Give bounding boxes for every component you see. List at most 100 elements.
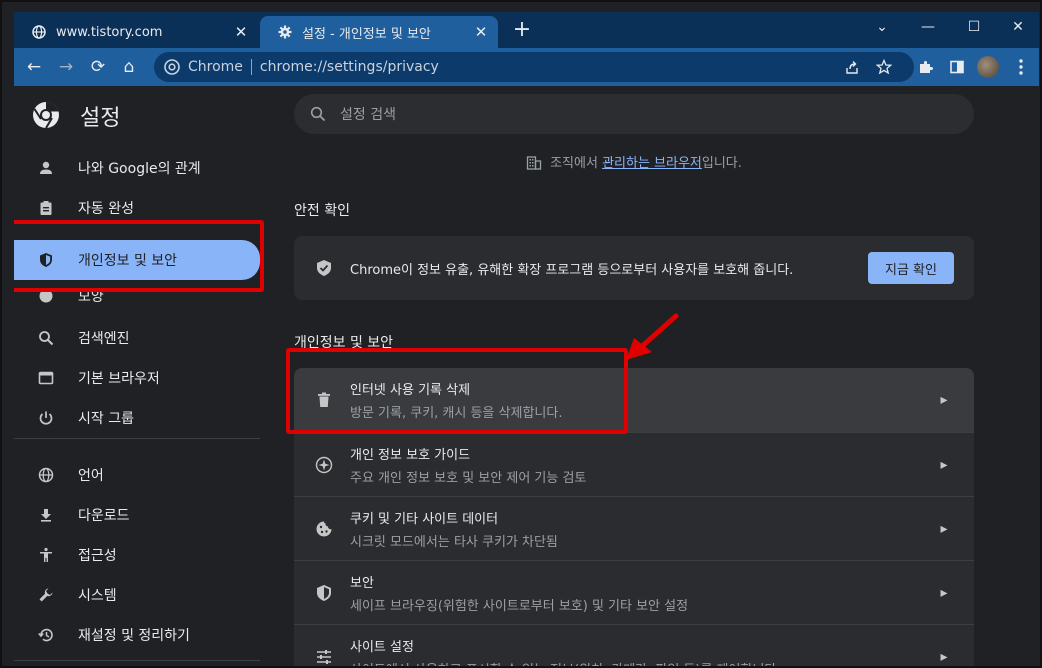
forward-button[interactable]: → xyxy=(54,55,78,79)
reload-button[interactable]: ⟳ xyxy=(86,55,110,79)
row-text: 쿠키 및 기타 사이트 데이터 시크릿 모드에서는 타사 쿠키가 차단됨 xyxy=(350,508,934,550)
tab-settings[interactable]: 설정 - 개인정보 및 보안 ✕ xyxy=(260,16,498,48)
globe-icon xyxy=(32,25,46,39)
chevron-right-icon: ▸ xyxy=(940,520,948,537)
chevron-right-icon: ▸ xyxy=(940,456,948,473)
row-title: 개인 정보 보호 가이드 xyxy=(350,447,471,463)
row-title: 사이트 설정 xyxy=(350,639,414,655)
sidebar-divider xyxy=(14,660,260,661)
tab-title: 설정 - 개인정보 및 보안 xyxy=(302,26,431,42)
clipboard-icon xyxy=(36,200,56,216)
privacy-guide-row[interactable]: 개인 정보 보호 가이드 주요 개인 정보 보호 및 보안 제어 기능 검토 ▸ xyxy=(294,432,974,496)
row-subtitle: 주요 개인 정보 보호 및 보안 제어 기능 검토 xyxy=(350,470,587,486)
sidebar-item-label: 접근성 xyxy=(78,548,117,564)
chrome-logo-icon xyxy=(32,101,60,129)
safety-check-heading: 안전 확인 xyxy=(294,203,350,219)
tab-tistory[interactable]: www.tistory.com ✕ xyxy=(14,16,258,48)
sidebar-item-default-browser[interactable]: 기본 브라우저 xyxy=(14,360,260,396)
side-panel-icon[interactable] xyxy=(945,55,969,79)
building-icon xyxy=(526,154,542,174)
omnibox-url[interactable]: chrome://settings/privacy xyxy=(260,59,439,75)
row-subtitle: 시크릿 모드에서는 타사 쿠키가 차단됨 xyxy=(350,534,558,550)
extensions-puzzle-icon[interactable] xyxy=(914,55,938,79)
safety-check-text: Chrome이 정보 유출, 유해한 확장 프로그램 등으로부터 사용자를 보호… xyxy=(350,262,794,278)
new-tab-button[interactable]: + xyxy=(510,18,534,42)
safety-check-row: Chrome이 정보 유출, 유해한 확장 프로그램 등으로부터 사용자를 보호… xyxy=(294,236,974,300)
profile-avatar[interactable] xyxy=(977,56,999,78)
highlight-box-clear-data xyxy=(286,348,628,434)
row-title: 쿠키 및 기타 사이트 데이터 xyxy=(350,511,499,527)
row-subtitle: 사이트에서 사용하고 표시할 수 있는 정보(위치, 카메라, 팝업 등)를 제… xyxy=(350,659,934,667)
shield-icon xyxy=(314,584,334,602)
maximize-button[interactable]: ☐ xyxy=(951,12,997,42)
search-icon xyxy=(36,330,56,346)
share-icon[interactable] xyxy=(842,57,862,77)
check-now-button[interactable]: 지금 확인 xyxy=(868,252,954,284)
sidebar-item-you-and-google[interactable]: 나와 Google의 관계 xyxy=(14,150,260,186)
kebab-menu-icon[interactable] xyxy=(1009,55,1033,79)
accessibility-icon xyxy=(36,547,56,563)
managed-prefix: 조직에서 xyxy=(550,156,603,171)
security-row[interactable]: 보안 세이프 브라우징(위험한 사이트로부터 보호) 및 기타 보안 설정 ▸ xyxy=(294,560,974,624)
sidebar-item-label: 시작 그룹 xyxy=(78,411,134,427)
sidebar-item-label: 나와 Google의 관계 xyxy=(78,161,201,177)
sidebar-item-accessibility[interactable]: 접근성 xyxy=(14,537,260,573)
chrome-site-icon[interactable] xyxy=(162,57,182,77)
wrench-icon xyxy=(36,587,56,603)
close-tab-icon[interactable]: ✕ xyxy=(230,23,252,41)
browser-toolbar: ← → ⟳ ⌂ Chrome chrome://settings/privacy xyxy=(14,48,1039,86)
sidebar-item-languages[interactable]: 언어 xyxy=(14,457,260,493)
tab-title: www.tistory.com xyxy=(56,24,163,40)
settings-search-input[interactable]: 설정 검색 xyxy=(294,94,974,134)
globe-icon xyxy=(36,467,56,483)
sidebar-divider xyxy=(14,438,260,439)
sidebar-item-downloads[interactable]: 다운로드 xyxy=(14,497,260,533)
shield-check-icon xyxy=(314,259,334,277)
managed-browser-notice: 조직에서 관리하는 브라우저입니다. xyxy=(294,152,974,174)
sidebar-item-label: 검색엔진 xyxy=(78,331,130,347)
restore-icon xyxy=(36,627,56,643)
tab-search-button[interactable]: ⌄ xyxy=(859,12,905,42)
sidebar-item-label: 자동 완성 xyxy=(78,201,134,217)
close-window-button[interactable]: ✕ xyxy=(995,12,1039,42)
row-text: 사이트 설정 사이트에서 사용하고 표시할 수 있는 정보(위치, 카메라, 팝… xyxy=(350,636,934,667)
search-placeholder: 설정 검색 xyxy=(340,107,396,123)
row-title: 보안 xyxy=(350,575,374,591)
omnibox-chrome-label: Chrome xyxy=(188,59,243,75)
cookie-icon xyxy=(314,520,334,538)
row-text: 보안 세이프 브라우징(위험한 사이트로부터 보호) 및 기타 보안 설정 xyxy=(350,572,934,614)
sidebar-item-label: 기본 브라우저 xyxy=(78,371,160,387)
chevron-right-icon: ▸ xyxy=(940,584,948,601)
page-title: 설정 xyxy=(80,106,121,131)
sidebar-item-system[interactable]: 시스템 xyxy=(14,577,260,613)
sidebar-item-search-engine[interactable]: 검색엔진 xyxy=(14,320,260,356)
screenshot-frame: www.tistory.com ✕ 설정 - 개인정보 및 보안 ✕ + ⌄ —… xyxy=(0,0,1042,668)
tab-strip: www.tistory.com ✕ 설정 - 개인정보 및 보안 ✕ + ⌄ —… xyxy=(14,12,1039,48)
sidebar-item-label: 다운로드 xyxy=(78,508,130,524)
address-bar[interactable]: Chrome chrome://settings/privacy xyxy=(154,52,914,82)
download-icon xyxy=(36,507,56,523)
bookmark-star-icon[interactable] xyxy=(874,57,894,77)
compass-icon xyxy=(314,456,334,474)
highlight-box-sidebar xyxy=(14,220,264,292)
minimize-button[interactable]: — xyxy=(905,12,951,42)
red-arrow-icon xyxy=(626,313,679,360)
managed-browser-link[interactable]: 관리하는 브라우저 xyxy=(602,156,702,171)
close-tab-icon[interactable]: ✕ xyxy=(470,23,492,41)
row-text: 개인 정보 보호 가이드 주요 개인 정보 보호 및 보안 제어 기능 검토 xyxy=(350,444,934,486)
site-settings-row[interactable]: 사이트 설정 사이트에서 사용하고 표시할 수 있는 정보(위치, 카메라, 팝… xyxy=(294,624,974,667)
person-icon xyxy=(36,160,56,176)
search-icon xyxy=(308,106,328,122)
cookies-row[interactable]: 쿠키 및 기타 사이트 데이터 시크릿 모드에서는 타사 쿠키가 차단됨 ▸ xyxy=(294,496,974,560)
back-button[interactable]: ← xyxy=(22,55,46,79)
sidebar-item-on-startup[interactable]: 시작 그룹 xyxy=(14,400,260,436)
sidebar-item-label: 시스템 xyxy=(78,588,117,604)
sidebar-item-label: 재설정 및 정리하기 xyxy=(78,628,190,644)
gear-icon xyxy=(278,25,292,39)
chevron-right-icon: ▸ xyxy=(940,392,948,408)
sidebar-item-reset[interactable]: 재설정 및 정리하기 xyxy=(14,617,260,653)
omnibox-separator xyxy=(250,59,252,75)
settings-header: 설정 설정 검색 xyxy=(14,86,1039,144)
home-button[interactable]: ⌂ xyxy=(117,55,141,79)
power-icon xyxy=(36,410,56,426)
